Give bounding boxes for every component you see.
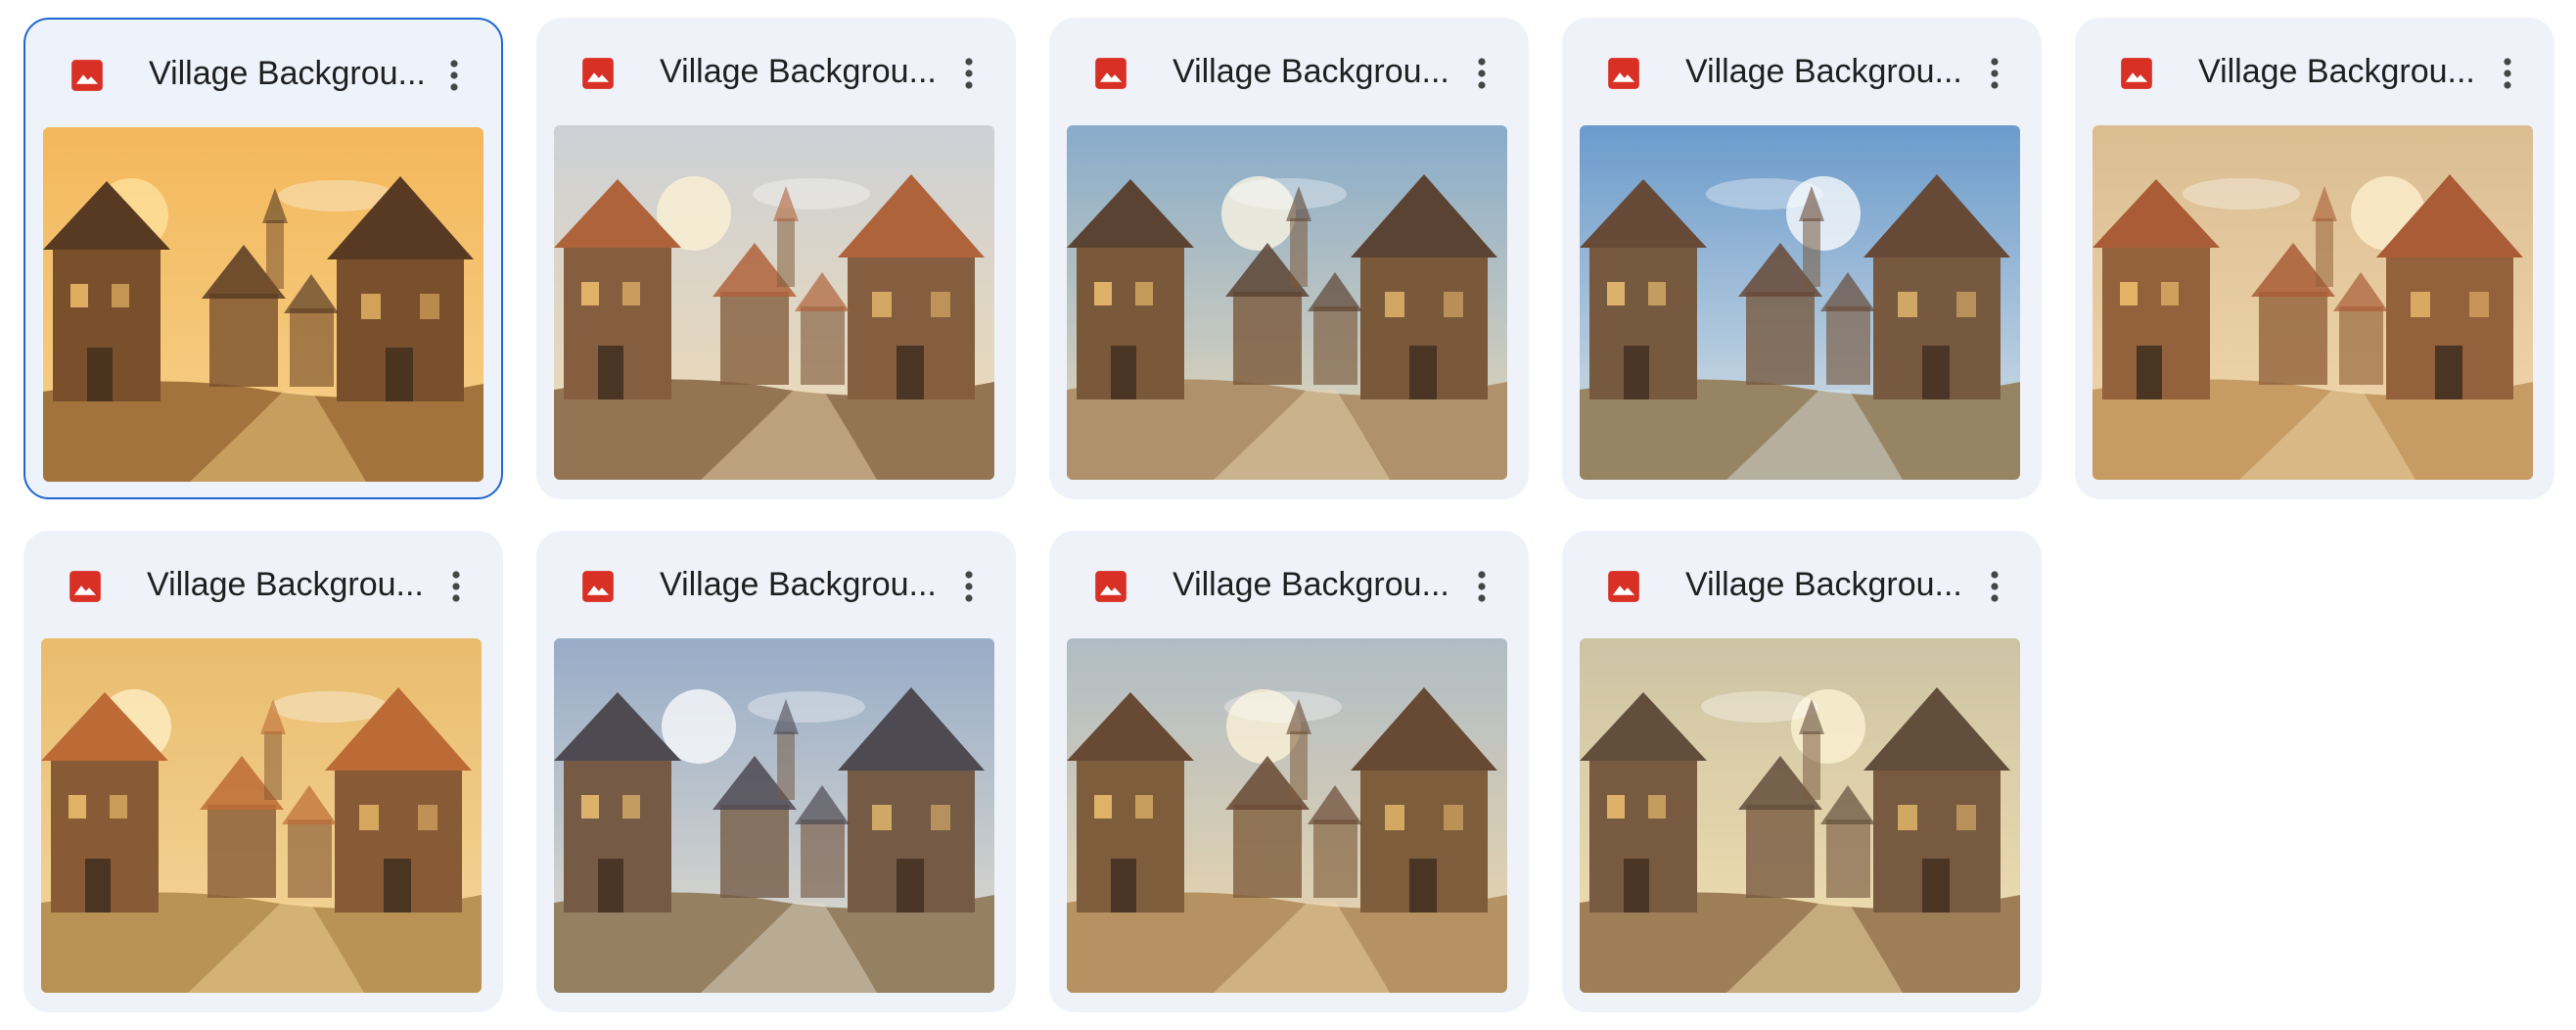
village-image bbox=[554, 125, 994, 480]
more-vert-icon bbox=[2504, 58, 2511, 89]
file-name: Village Backgrou... bbox=[1173, 53, 1449, 90]
file-card-header[interactable]: Village Backgrou... bbox=[25, 20, 501, 127]
file-card[interactable]: Village Backgrou... bbox=[536, 18, 1016, 499]
file-thumbnail[interactable] bbox=[43, 127, 483, 482]
image-file-icon bbox=[71, 60, 103, 91]
file-card[interactable]: Village Backgrou... bbox=[536, 531, 1016, 1012]
village-image bbox=[1580, 125, 2020, 480]
file-card[interactable]: Village Backgrou... bbox=[23, 18, 503, 499]
more-vert-icon bbox=[965, 571, 973, 602]
more-vert-icon bbox=[1991, 571, 1999, 602]
more-vert-icon bbox=[1478, 58, 1486, 89]
file-card[interactable]: Village Backgrou... bbox=[23, 531, 503, 1012]
village-image bbox=[41, 638, 482, 993]
more-vert-icon bbox=[965, 58, 973, 89]
file-card[interactable]: Village Backgrou... bbox=[1049, 531, 1529, 1012]
file-name: Village Backgrou... bbox=[1685, 566, 1962, 603]
image-file-icon bbox=[1608, 571, 1639, 602]
village-image bbox=[43, 127, 483, 482]
file-name: Village Backgrou... bbox=[1173, 566, 1449, 603]
image-file-icon bbox=[2121, 58, 2152, 89]
image-file-icon bbox=[69, 571, 101, 602]
file-name: Village Backgrou... bbox=[1685, 53, 1962, 90]
file-grid: Village Backgrou... Village Backgrou... Vi… bbox=[23, 18, 2554, 1012]
file-thumbnail[interactable] bbox=[554, 638, 994, 993]
file-card-header[interactable]: Village Backgrou... bbox=[536, 531, 1016, 638]
file-name: Village Backgrou... bbox=[147, 566, 424, 603]
more-actions-button[interactable] bbox=[429, 47, 480, 102]
image-file-icon bbox=[582, 571, 614, 602]
file-card-header[interactable]: Village Backgrou... bbox=[1049, 18, 1529, 125]
more-actions-button[interactable] bbox=[1456, 558, 1507, 613]
file-card-header[interactable]: Village Backgrou... bbox=[1049, 531, 1529, 638]
more-vert-icon bbox=[1478, 571, 1486, 602]
file-card-header[interactable]: Village Backgrou... bbox=[2075, 18, 2554, 125]
file-thumbnail[interactable] bbox=[1580, 125, 2020, 480]
village-image bbox=[1067, 125, 1507, 480]
file-card[interactable]: Village Backgrou... bbox=[1562, 531, 2042, 1012]
file-name: Village Backgrou... bbox=[660, 53, 937, 90]
file-card-header[interactable]: Village Backgrou... bbox=[1562, 531, 2042, 638]
file-card-header[interactable]: Village Backgrou... bbox=[536, 18, 1016, 125]
village-image bbox=[1580, 638, 2020, 993]
file-thumbnail[interactable] bbox=[554, 125, 994, 480]
file-card-header[interactable]: Village Backgrou... bbox=[23, 531, 503, 638]
more-actions-button[interactable] bbox=[431, 558, 482, 613]
file-name: Village Backgrou... bbox=[2198, 53, 2475, 90]
village-image bbox=[554, 638, 994, 993]
more-actions-button[interactable] bbox=[1969, 558, 2020, 613]
file-thumbnail[interactable] bbox=[1067, 125, 1507, 480]
more-vert-icon bbox=[1991, 58, 1999, 89]
more-actions-button[interactable] bbox=[2482, 45, 2533, 100]
more-actions-button[interactable] bbox=[943, 558, 994, 613]
image-file-icon bbox=[582, 58, 614, 89]
file-card[interactable]: Village Backgrou... bbox=[1562, 18, 2042, 499]
image-file-icon bbox=[1095, 571, 1127, 602]
file-name: Village Backgrou... bbox=[149, 55, 426, 92]
file-thumbnail[interactable] bbox=[1067, 638, 1507, 993]
file-name: Village Backgrou... bbox=[660, 566, 937, 603]
more-actions-button[interactable] bbox=[943, 45, 994, 100]
village-image bbox=[2093, 125, 2533, 480]
more-vert-icon bbox=[452, 571, 460, 602]
more-actions-button[interactable] bbox=[1969, 45, 2020, 100]
more-actions-button[interactable] bbox=[1456, 45, 1507, 100]
file-card-header[interactable]: Village Backgrou... bbox=[1562, 18, 2042, 125]
file-card[interactable]: Village Backgrou... bbox=[1049, 18, 1529, 499]
file-thumbnail[interactable] bbox=[41, 638, 482, 993]
file-thumbnail[interactable] bbox=[1580, 638, 2020, 993]
more-vert-icon bbox=[450, 60, 458, 91]
file-card[interactable]: Village Backgrou... bbox=[2075, 18, 2554, 499]
village-image bbox=[1067, 638, 1507, 993]
image-file-icon bbox=[1608, 58, 1639, 89]
file-thumbnail[interactable] bbox=[2093, 125, 2533, 480]
image-file-icon bbox=[1095, 58, 1127, 89]
